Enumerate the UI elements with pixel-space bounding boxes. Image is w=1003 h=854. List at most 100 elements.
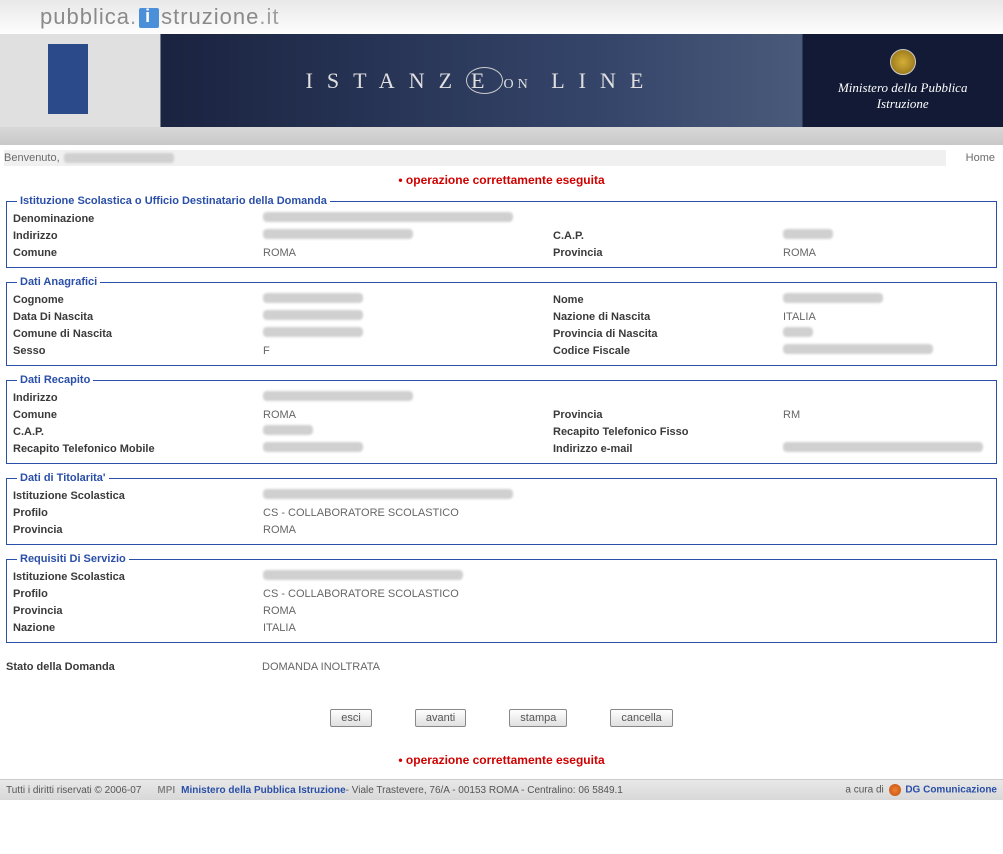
label-nazione-nascita: Nazione di Nascita (553, 311, 783, 323)
label-sesso: Sesso (13, 345, 263, 357)
label-serv-nazione: Nazione (13, 622, 263, 634)
table-row: Provincia ROMA (13, 602, 990, 619)
value-nazione-nascita: ITALIA (783, 311, 990, 323)
legend-istituzione: Istituzione Scolastica o Ufficio Destina… (17, 195, 330, 207)
value-stato-domanda: DOMANDA INOLTRATA (262, 661, 380, 673)
footer-dg-link[interactable]: DG Comunicazione (905, 785, 997, 796)
stato-domanda-row: Stato della Domanda DOMANDA INOLTRATA (0, 657, 1003, 703)
value-comune-nascita (263, 327, 553, 340)
footer-address: - Viale Trastevere, 76/A - 00153 ROMA - … (346, 785, 623, 796)
value-codice-fiscale (783, 344, 990, 357)
label-data-nascita: Data Di Nascita (13, 311, 263, 323)
label-provincia: Provincia (553, 247, 783, 259)
label-comune: Comune (13, 247, 263, 259)
section-servizio: Requisiti Di Servizio Istituzione Scolas… (6, 559, 997, 643)
value-tit-ist (263, 489, 553, 502)
logo-part2: struzione (161, 4, 259, 29)
table-row: Comune ROMA Provincia RM (13, 406, 990, 423)
value-denominazione (263, 212, 553, 225)
legend-titolarita: Dati di Titolarita' (17, 472, 109, 484)
label-tel-mobile: Recapito Telefonico Mobile (13, 443, 263, 455)
logo-bar: pubblica.struzione.it (0, 0, 1003, 34)
esci-button[interactable]: esci (330, 709, 372, 727)
welcome-username-redacted (64, 153, 174, 163)
label-indirizzo: Indirizzo (13, 230, 263, 242)
footer-copyright: Tutti i diritti riservati © 2006-07 (6, 785, 141, 796)
footer-mpi-logo: MPI (157, 785, 175, 796)
table-row: Cognome Nome (13, 291, 990, 308)
table-row: C.A.P. Recapito Telefonico Fisso (13, 423, 990, 440)
label-comune-nascita: Comune di Nascita (13, 328, 263, 340)
table-row: Indirizzo C.A.P. (13, 227, 990, 244)
label-rec-comune: Comune (13, 409, 263, 421)
table-row: Profilo CS - COLLABORATORE SCOLASTICO (13, 585, 990, 602)
label-tel-fisso: Recapito Telefonico Fisso (553, 426, 783, 438)
section-titolarita: Dati di Titolarita' Istituzione Scolasti… (6, 478, 997, 545)
section-anagrafici: Dati Anagrafici Cognome Nome Data Di Nas… (6, 282, 997, 366)
label-rec-indirizzo: Indirizzo (13, 392, 263, 404)
table-row: Provincia ROMA (13, 521, 990, 538)
legend-anagrafici: Dati Anagrafici (17, 276, 100, 288)
value-serv-nazione: ITALIA (263, 622, 553, 634)
value-rec-provincia: RM (783, 409, 990, 421)
legend-recapito: Dati Recapito (17, 374, 93, 386)
banner-title: ISTANZEON LINE (160, 68, 802, 94)
value-serv-profilo: CS - COLLABORATORE SCOLASTICO (263, 588, 459, 600)
logo-suffix: it (266, 4, 279, 29)
banner-left-decoration (0, 34, 160, 127)
table-row: Indirizzo (13, 389, 990, 406)
stampa-button[interactable]: stampa (509, 709, 567, 727)
avanti-button[interactable]: avanti (415, 709, 466, 727)
label-cap: C.A.P. (553, 230, 783, 242)
value-email (783, 442, 990, 455)
label-serv-provincia: Provincia (13, 605, 263, 617)
value-cap (783, 229, 990, 242)
value-tit-profilo: CS - COLLABORATORE SCOLASTICO (263, 507, 459, 519)
label-denominazione: Denominazione (13, 213, 263, 225)
label-codice-fiscale: Codice Fiscale (553, 345, 783, 357)
banner: ISTANZEON LINE Ministero della Pubblica … (0, 34, 1003, 127)
value-comune: ROMA (263, 247, 553, 259)
table-row: Nazione ITALIA (13, 619, 990, 636)
table-row: Data Di Nascita Nazione di Nascita ITALI… (13, 308, 990, 325)
dg-icon (889, 784, 901, 796)
logo-i-icon (139, 8, 159, 28)
ministry-emblem-block: Ministero della Pubblica Istruzione (802, 49, 1003, 112)
table-row: Istituzione Scolastica (13, 487, 990, 504)
label-cognome: Cognome (13, 294, 263, 306)
value-serv-ist (263, 570, 553, 583)
table-row: Istituzione Scolastica (13, 568, 990, 585)
label-email: Indirizzo e-mail (553, 443, 783, 455)
ministry-text: Ministero della Pubblica Istruzione (838, 80, 968, 111)
welcome-row: Benvenuto, Home (0, 145, 1003, 167)
section-istituzione: Istituzione Scolastica o Ufficio Destina… (6, 201, 997, 268)
button-row: esci avanti stampa cancella (0, 703, 1003, 739)
label-tit-ist: Istituzione Scolastica (13, 490, 263, 502)
legend-servizio: Requisiti Di Servizio (17, 553, 129, 565)
label-serv-ist: Istituzione Scolastica (13, 571, 263, 583)
status-message-bottom: operazione correttamente eseguita (0, 739, 1003, 779)
value-tel-mobile (263, 442, 553, 455)
footer-ministry-link[interactable]: Ministero della Pubblica Istruzione (181, 785, 345, 796)
label-stato-domanda: Stato della Domanda (6, 661, 262, 673)
value-indirizzo (263, 229, 553, 242)
value-rec-comune: ROMA (263, 409, 553, 421)
value-nome (783, 293, 990, 306)
cancella-button[interactable]: cancella (610, 709, 672, 727)
value-serv-provincia: ROMA (263, 605, 553, 617)
logo-part1: pubblica (40, 4, 130, 29)
home-link[interactable]: Home (966, 152, 995, 164)
sub-bar (0, 127, 1003, 145)
table-row: Comune di Nascita Provincia di Nascita (13, 325, 990, 342)
footer-bar: Tutti i diritti riservati © 2006-07 MPI … (0, 779, 1003, 800)
value-rec-indirizzo (263, 391, 553, 404)
label-serv-profilo: Profilo (13, 588, 263, 600)
table-row: Sesso F Codice Fiscale (13, 342, 990, 359)
value-sesso: F (263, 345, 553, 357)
site-logo: pubblica.struzione.it (40, 4, 279, 30)
emblem-icon (890, 49, 916, 75)
label-provincia-nascita: Provincia di Nascita (553, 328, 783, 340)
value-tit-provincia: ROMA (263, 524, 553, 536)
footer-right: a cura di DG Comunicazione (845, 784, 997, 796)
footer-cura-label: a cura di (845, 785, 883, 796)
